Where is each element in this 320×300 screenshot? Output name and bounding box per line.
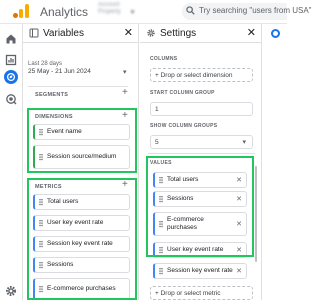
- top-bar: Analytics Account Property ▾ Try searchin…: [0, 0, 312, 24]
- search-icon: [186, 6, 195, 15]
- tab-canvas-panel: [263, 24, 287, 300]
- variables-title: Variables: [43, 28, 84, 39]
- variables-header: Variables ✕: [23, 24, 138, 43]
- date-range-selector[interactable]: Last 28 days 25 May - 21 Jun 2024: [28, 61, 123, 75]
- date-preset-label: Last 28 days: [28, 61, 63, 67]
- variables-icon: [29, 28, 39, 38]
- app-title: Analytics: [40, 5, 89, 19]
- gear-icon: [147, 29, 155, 37]
- columns-label: COLUMNS: [150, 56, 178, 62]
- account-selector[interactable]: Account Property ▾: [98, 2, 178, 16]
- close-icon[interactable]: ✕: [124, 26, 133, 39]
- left-nav-rail: [0, 24, 22, 300]
- drop-metric-text: + Drop or select metric: [155, 290, 221, 297]
- start-column-group-input[interactable]: 1: [150, 102, 253, 116]
- home-icon[interactable]: [4, 32, 18, 46]
- columns-drop-zone[interactable]: + Drop or select dimension: [150, 68, 253, 82]
- values-drop-zone[interactable]: + Drop or select metric: [150, 286, 253, 300]
- explore-icon[interactable]: [4, 70, 18, 84]
- show-column-groups-value: 5: [155, 139, 159, 146]
- value-label: Session key event rate: [167, 267, 233, 274]
- drag-handle-icon[interactable]: [159, 267, 163, 275]
- search-placeholder: Try searching "users from USA": [199, 6, 312, 15]
- tab-canvas-icon[interactable]: [271, 29, 280, 38]
- search-bar[interactable]: Try searching "users from USA": [182, 3, 312, 20]
- scrollbar[interactable]: [255, 166, 257, 262]
- chevron-down-icon: ▾: [130, 9, 135, 16]
- settings-header: Settings ✕: [140, 24, 261, 43]
- drop-dimension-text: + Drop or select dimension: [155, 72, 233, 79]
- metrics-highlight: [27, 178, 137, 300]
- show-column-groups-label: SHOW COLUMN GROUPS: [150, 123, 218, 129]
- start-column-group-label: START COLUMN GROUP: [150, 90, 215, 96]
- add-segment-icon[interactable]: +: [122, 88, 128, 98]
- close-icon[interactable]: ✕: [247, 26, 256, 39]
- analytics-logo-icon[interactable]: [13, 4, 33, 18]
- settings-icon[interactable]: [4, 284, 18, 298]
- chevron-down-icon: ▾: [242, 139, 246, 146]
- remove-icon[interactable]: ✕: [236, 267, 242, 275]
- segments-label: SEGMENTS: [35, 92, 69, 98]
- advertising-icon[interactable]: [4, 92, 18, 106]
- start-column-group-value: 1: [155, 106, 159, 113]
- property-name: Property: [98, 9, 121, 15]
- account-name: Account: [98, 2, 120, 8]
- divider: [28, 86, 128, 87]
- reports-icon[interactable]: [4, 53, 18, 67]
- divider: [148, 153, 255, 154]
- dimensions-highlight: [27, 108, 137, 173]
- show-column-groups-select[interactable]: 5 ▾: [150, 135, 253, 149]
- date-range-value: 25 May - 21 Jun 2024: [28, 68, 91, 75]
- value-chip[interactable]: Session key event rate ✕: [153, 263, 247, 279]
- values-highlight: [146, 156, 254, 257]
- settings-title: Settings: [160, 28, 197, 39]
- chevron-down-icon[interactable]: ▾: [123, 68, 127, 76]
